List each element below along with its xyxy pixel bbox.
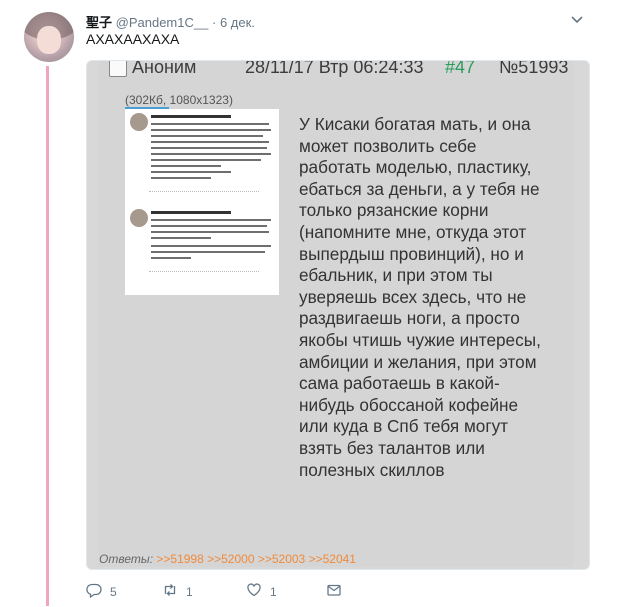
reply-icon — [86, 582, 102, 601]
like-button[interactable]: 1 — [246, 582, 277, 601]
attached-screenshot-thumbnail — [125, 109, 279, 295]
imageboard-post: Аноним 28/11/17 Втр 06:24:33 #47 №51993 … — [99, 61, 573, 567]
file-info: (302Кб, 1080x1323) — [125, 93, 233, 107]
post-replies: Ответы: >>51998 >>52000 >>52003 >>52041 — [99, 552, 356, 566]
post-number: №51993 — [499, 60, 569, 77]
avatar[interactable] — [24, 12, 74, 62]
heart-icon — [246, 582, 262, 601]
mini-tweet-2 — [127, 207, 277, 295]
post-datetime: 28/11/17 Втр 06:24:33 — [245, 60, 424, 77]
direct-message-button[interactable] — [326, 582, 342, 601]
post-header: Аноним 28/11/17 Втр 06:24:33 #47 №51993 — [99, 61, 573, 81]
retweet-button[interactable]: 1 — [162, 582, 193, 601]
retweet-count: 1 — [186, 584, 193, 599]
author-name[interactable]: 聖子 — [86, 15, 112, 30]
tweet-text: АХАХААХАХА — [86, 31, 180, 47]
tweet-header: 聖子 @Pandem1C__ · 6 дек. — [86, 12, 255, 31]
tweet-date[interactable]: 6 дек. — [220, 15, 255, 30]
post-index: #47 — [445, 60, 476, 77]
thread-line — [46, 66, 49, 606]
reply-link[interactable]: >>51998 — [156, 552, 203, 566]
like-count: 1 — [270, 584, 277, 599]
retweet-icon — [162, 582, 178, 601]
post-checkbox — [109, 61, 127, 77]
mini-avatar — [130, 113, 148, 131]
reply-button[interactable]: 5 — [86, 582, 117, 601]
mini-avatar — [130, 209, 148, 227]
tweet-actions: 5 1 1 — [86, 582, 386, 600]
tweet-media[interactable]: Аноним 28/11/17 Втр 06:24:33 #47 №51993 … — [86, 60, 590, 570]
reply-link[interactable]: >>52000 — [207, 552, 254, 566]
reply-link[interactable]: >>52041 — [309, 552, 356, 566]
separator: · — [211, 15, 217, 30]
envelope-icon — [326, 582, 342, 601]
reply-count: 5 — [110, 584, 117, 599]
replies-label: Ответы: — [99, 552, 154, 566]
mini-tweet-1 — [127, 111, 277, 201]
reply-link[interactable]: >>52003 — [258, 552, 305, 566]
author-handle[interactable]: @Pandem1C__ — [116, 15, 209, 30]
chevron-down-icon[interactable] — [570, 12, 584, 26]
avatar-face — [37, 26, 61, 54]
post-author: Аноним — [132, 60, 197, 77]
post-text: У Кисаки богатая мать, и она может позво… — [299, 114, 541, 480]
